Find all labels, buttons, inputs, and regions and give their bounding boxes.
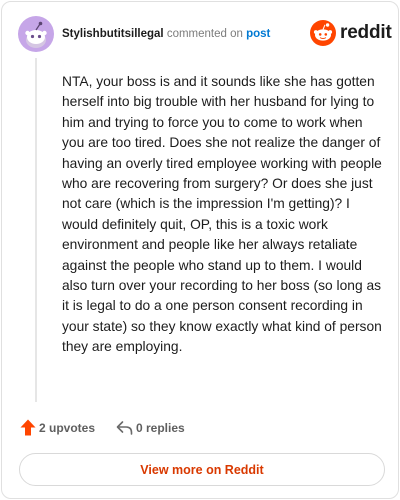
reply-arrow-icon bbox=[116, 421, 133, 435]
thread-line bbox=[35, 58, 37, 402]
upvote-arrow-icon bbox=[20, 419, 36, 436]
commented-on-text: commented on bbox=[166, 28, 243, 40]
reddit-wordmark: reddit bbox=[340, 22, 392, 43]
comment-actions: 2 upvotes 0 replies bbox=[20, 418, 320, 438]
comment-meta: Stylishbutitsillegal commented on post bbox=[62, 27, 270, 41]
reddit-logo-icon bbox=[310, 20, 336, 46]
author-username[interactable]: Stylishbutitsillegal bbox=[62, 28, 164, 40]
reddit-brand[interactable]: reddit bbox=[310, 20, 392, 48]
comment-body: NTA, your boss is and it sounds like she… bbox=[62, 74, 382, 355]
upvotes-count: 2 upvotes bbox=[39, 421, 96, 435]
snoo-avatar-icon[interactable] bbox=[18, 16, 54, 52]
comment-embed-card: Stylishbutitsillegal commented on post r… bbox=[1, 1, 399, 499]
replies-count: 0 replies bbox=[136, 421, 185, 435]
view-more-button[interactable]: View more on Reddit bbox=[19, 453, 385, 486]
comment-header: Stylishbutitsillegal commented on post r… bbox=[18, 16, 392, 52]
post-link[interactable]: post bbox=[246, 28, 270, 40]
